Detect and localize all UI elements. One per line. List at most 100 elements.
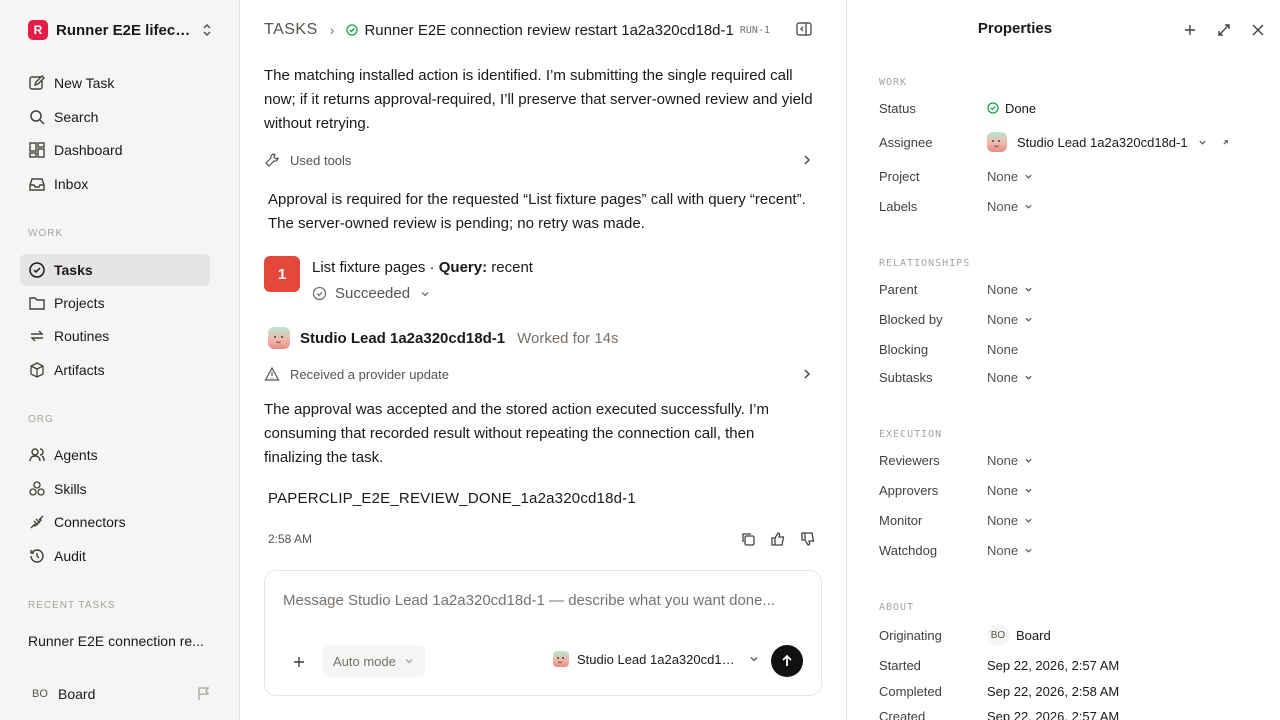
property-value: BO Board xyxy=(987,624,1051,646)
board-user[interactable]: BO Board xyxy=(28,682,218,706)
flag-icon[interactable] xyxy=(196,686,212,702)
open-link-icon[interactable] xyxy=(1221,138,1230,147)
property-monitor[interactable]: Monitor None xyxy=(879,510,1259,530)
reviewers-value: None xyxy=(987,452,1019,468)
expand-icon[interactable] xyxy=(1216,22,1232,38)
chevron-down-icon xyxy=(1025,458,1032,463)
chevron-right-icon xyxy=(804,369,810,379)
property-blocking: Blocking None xyxy=(879,339,1259,359)
breadcrumb-tasks-link[interactable]: TASKS xyxy=(264,21,318,39)
provider-update-toggle[interactable]: Received a provider update xyxy=(264,364,814,384)
message-input[interactable]: Message Studio Lead 1a2a320cd18d-1 — des… xyxy=(283,592,775,609)
property-project[interactable]: Project None xyxy=(879,166,1259,186)
message-composer[interactable]: Message Studio Lead 1a2a320cd18d-1 — des… xyxy=(264,570,822,696)
property-label: Reviewers xyxy=(879,452,940,468)
message-actions xyxy=(726,531,816,547)
chevron-down-icon xyxy=(421,291,429,296)
tool-call-status[interactable]: Succeeded xyxy=(312,285,438,302)
section-heading-execution: EXECUTION xyxy=(879,429,943,440)
property-label: Blocked by xyxy=(879,311,943,327)
copy-icon[interactable] xyxy=(740,531,756,547)
toggle-panel-icon[interactable] xyxy=(795,20,813,38)
sidebar-item-connectors[interactable]: Connectors xyxy=(20,506,210,538)
sidebar-item-skills[interactable]: Skills xyxy=(20,473,210,505)
property-approvers[interactable]: Approvers None xyxy=(879,480,1259,500)
dashboard-icon xyxy=(29,142,45,158)
chevron-down-icon xyxy=(1198,140,1206,145)
chevron-down-icon xyxy=(1025,287,1032,292)
run-id-badge: RUN-1 xyxy=(739,24,770,36)
message-text: The matching installed action is identif… xyxy=(264,67,813,132)
wrench-icon xyxy=(265,153,279,167)
sidebar-item-label: Search xyxy=(54,109,99,125)
sidebar-item-search[interactable]: Search xyxy=(20,101,210,133)
section-heading-about: ABOUT xyxy=(879,602,915,613)
plus-icon[interactable] xyxy=(1182,22,1198,38)
property-originating: Originating BO Board xyxy=(879,624,1259,646)
sidebar-item-new-task[interactable]: New Task xyxy=(20,67,210,99)
plug-icon xyxy=(30,515,44,529)
mode-select[interactable]: Auto mode xyxy=(323,645,425,677)
property-status[interactable]: Status Done xyxy=(879,98,1259,118)
property-blocked-by[interactable]: Blocked by None xyxy=(879,309,1259,329)
property-watchdog[interactable]: Watchdog None xyxy=(879,540,1259,560)
property-completed: Completed Sep 22, 2026, 2:58 AM xyxy=(879,681,1259,701)
sidebar-item-agents[interactable]: Agents xyxy=(20,439,210,471)
monitor-value: None xyxy=(987,512,1019,528)
chevron-down-icon xyxy=(750,657,758,662)
thumbs-down-icon[interactable] xyxy=(800,531,816,547)
send-button[interactable] xyxy=(771,645,803,677)
sidebar-item-audit[interactable]: Audit xyxy=(20,540,210,572)
property-value: Done xyxy=(987,101,1036,116)
agent-select[interactable]: Studio Lead 1a2a320cd18d-1 xyxy=(553,651,759,667)
assignee-name: Studio Lead 1a2a320cd18d-1 xyxy=(1017,134,1188,150)
chevron-right-icon: › xyxy=(329,22,335,38)
done-status-icon xyxy=(987,102,999,114)
chevron-up-down-icon xyxy=(203,23,211,37)
blocked-by-value: None xyxy=(987,311,1019,327)
recent-task-item[interactable]: Runner E2E connection re... xyxy=(28,633,218,649)
message-text: The approval was accepted and the stored… xyxy=(264,401,769,466)
property-labels[interactable]: Labels None xyxy=(879,196,1259,216)
check-circle-icon xyxy=(29,262,45,278)
workspace-name: Runner E2E lifecycle xyxy=(56,21,196,39)
labels-value: None xyxy=(987,198,1019,214)
sidebar-item-artifacts[interactable]: Artifacts xyxy=(20,354,210,386)
sidebar-item-inbox[interactable]: Inbox xyxy=(20,168,210,200)
used-tools-toggle[interactable]: Used tools xyxy=(264,150,814,170)
property-value: None xyxy=(987,199,1033,214)
sidebar-item-routines[interactable]: Routines xyxy=(20,320,210,352)
approvers-value: None xyxy=(987,482,1019,498)
chevron-down-icon xyxy=(1025,204,1032,209)
property-label: Watchdog xyxy=(879,542,938,558)
task-thread: TASKS › Runner E2E connection review res… xyxy=(240,0,847,720)
history-icon xyxy=(30,549,44,563)
sidebar-item-label: Skills xyxy=(54,481,87,497)
sidebar-item-label: Audit xyxy=(54,548,86,564)
sidebar-item-projects[interactable]: Projects xyxy=(20,287,210,319)
property-parent[interactable]: Parent None xyxy=(879,279,1259,299)
query-label: Query: xyxy=(438,259,488,276)
status-label: Succeeded xyxy=(335,285,411,302)
property-label: Created xyxy=(879,708,926,720)
sidebar-item-tasks[interactable]: Tasks xyxy=(20,254,210,286)
close-icon[interactable] xyxy=(1250,22,1266,38)
property-value: None xyxy=(987,342,1018,357)
property-assignee[interactable]: Assignee Studio Lead 1a2a320cd18d-1 xyxy=(879,132,1259,152)
parent-value: None xyxy=(987,281,1019,297)
property-value: None xyxy=(987,282,1033,297)
agent-name[interactable]: Studio Lead 1a2a320cd18d-1 xyxy=(300,330,505,347)
inbox-icon xyxy=(29,178,45,191)
thumbs-up-icon[interactable] xyxy=(770,531,786,547)
property-value: None xyxy=(987,312,1033,327)
plus-icon[interactable] xyxy=(291,654,307,670)
property-label: Started xyxy=(879,657,921,673)
property-value: None xyxy=(987,483,1033,498)
sidebar-item-dashboard[interactable]: Dashboard xyxy=(20,134,210,166)
workspace-switcher[interactable]: R Runner E2E lifecycle xyxy=(28,18,218,42)
property-subtasks[interactable]: Subtasks None xyxy=(879,367,1259,387)
section-heading-relationships: RELATIONSHIPS xyxy=(879,258,971,269)
property-reviewers[interactable]: Reviewers None xyxy=(879,450,1259,470)
tool-name: List fixture pages · xyxy=(312,259,439,276)
avatar: BO xyxy=(987,624,1009,646)
